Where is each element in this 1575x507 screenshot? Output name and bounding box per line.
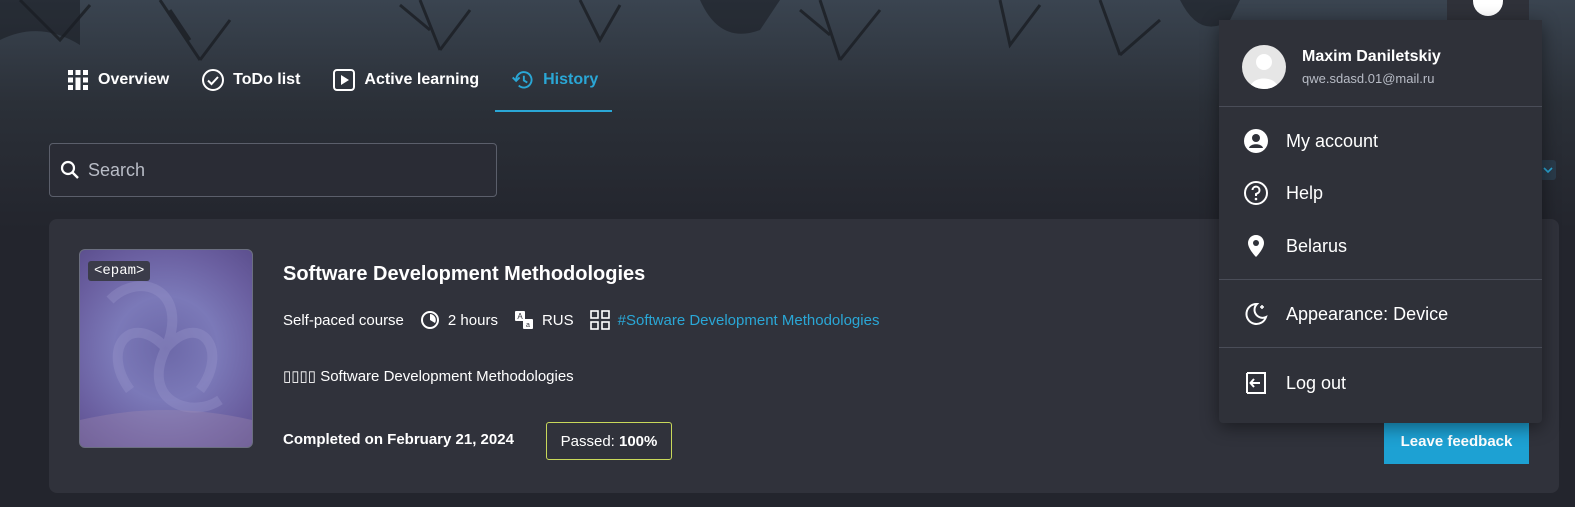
menu-item-label: Log out bbox=[1286, 372, 1347, 393]
course-title[interactable]: Software Development Methodologies bbox=[283, 263, 645, 286]
help-icon bbox=[1243, 180, 1269, 206]
language: Aa RUS bbox=[514, 310, 574, 330]
duration-text: 2 hours bbox=[447, 311, 498, 329]
tab-todo-list[interactable]: ToDo list bbox=[201, 62, 300, 98]
translate-icon: Aa bbox=[514, 310, 534, 330]
tab-label: History bbox=[543, 71, 599, 88]
divider bbox=[1219, 106, 1542, 107]
tab-active-learning[interactable]: Active learning bbox=[332, 62, 479, 98]
user-info: Maxim Daniletskiy qwe.sdasd.01@mail.ru bbox=[1242, 45, 1441, 89]
duration: 2 hours bbox=[420, 310, 498, 330]
avatar-button-area[interactable] bbox=[1447, 0, 1529, 20]
tag-grid-icon bbox=[589, 310, 610, 330]
description-glyphs: ▯▯▯▯ bbox=[283, 368, 317, 385]
tag: #Software Development Methodologies bbox=[589, 310, 880, 330]
user-email: qwe.sdasd.01@mail.ru bbox=[1302, 71, 1435, 86]
svg-text:a: a bbox=[526, 322, 530, 329]
tag-link[interactable]: #Software Development Methodologies bbox=[618, 312, 880, 329]
divider bbox=[1219, 279, 1542, 280]
course-thumbnail[interactable]: <epam> bbox=[79, 249, 253, 448]
search-icon bbox=[60, 160, 80, 180]
description-text: Software Development Methodologies bbox=[320, 368, 574, 385]
play-icon bbox=[332, 68, 356, 92]
menu-item-label: Appearance: Device bbox=[1286, 303, 1449, 324]
logout-icon bbox=[1243, 370, 1269, 396]
search-box bbox=[49, 143, 497, 197]
passed-badge: Passed: 100% bbox=[546, 422, 672, 460]
grid-icon bbox=[66, 68, 90, 92]
nav-tabs: Overview ToDo list Active learning Histo… bbox=[66, 62, 630, 114]
menu-item-label: Belarus bbox=[1286, 235, 1348, 256]
menu-item-logout[interactable]: Log out bbox=[1243, 370, 1346, 396]
menu-item-appearance[interactable]: Appearance: Device bbox=[1243, 301, 1448, 327]
divider bbox=[1219, 347, 1542, 348]
menu-item-my-account[interactable]: My account bbox=[1243, 128, 1378, 154]
clock-icon bbox=[420, 310, 440, 330]
tab-label: ToDo list bbox=[233, 71, 301, 88]
user-name: Maxim Daniletskiy bbox=[1302, 48, 1441, 65]
search-input[interactable] bbox=[86, 158, 470, 182]
location-pin-icon bbox=[1243, 233, 1269, 259]
menu-item-label: Help bbox=[1286, 182, 1324, 203]
svg-text:A: A bbox=[517, 312, 523, 321]
tab-label: Overview bbox=[98, 71, 170, 88]
passed-label: Passed: bbox=[560, 432, 615, 450]
history-icon bbox=[511, 68, 535, 92]
header-avatar[interactable] bbox=[1473, 0, 1503, 16]
epam-logo: <epam> bbox=[88, 261, 151, 281]
passed-value: 100% bbox=[619, 432, 658, 450]
check-circle-icon bbox=[201, 68, 225, 92]
menu-item-label: My account bbox=[1286, 130, 1379, 151]
moon-icon bbox=[1243, 301, 1269, 327]
menu-item-help[interactable]: Help bbox=[1243, 180, 1323, 206]
tab-overview[interactable]: Overview bbox=[66, 62, 169, 98]
chevron-down-icon[interactable] bbox=[1540, 160, 1556, 180]
course-type: Self-paced course bbox=[283, 311, 404, 329]
leave-feedback-button[interactable]: Leave feedback bbox=[1384, 419, 1529, 464]
account-icon bbox=[1243, 128, 1269, 154]
menu-item-location[interactable]: Belarus bbox=[1243, 233, 1347, 259]
tab-history[interactable]: History bbox=[495, 62, 613, 112]
course-description: ▯▯▯▯ Software Development Methodologies bbox=[283, 367, 574, 385]
avatar bbox=[1242, 45, 1286, 89]
tab-label: Active learning bbox=[364, 71, 480, 88]
completion-date: Completed on February 21, 2024 bbox=[283, 431, 514, 448]
course-meta: Self-paced course 2 hours Aa RUS #Softwa… bbox=[283, 310, 895, 330]
user-menu-dropdown: Maxim Daniletskiy qwe.sdasd.01@mail.ru M… bbox=[1219, 20, 1542, 423]
language-text: RUS bbox=[541, 311, 574, 329]
